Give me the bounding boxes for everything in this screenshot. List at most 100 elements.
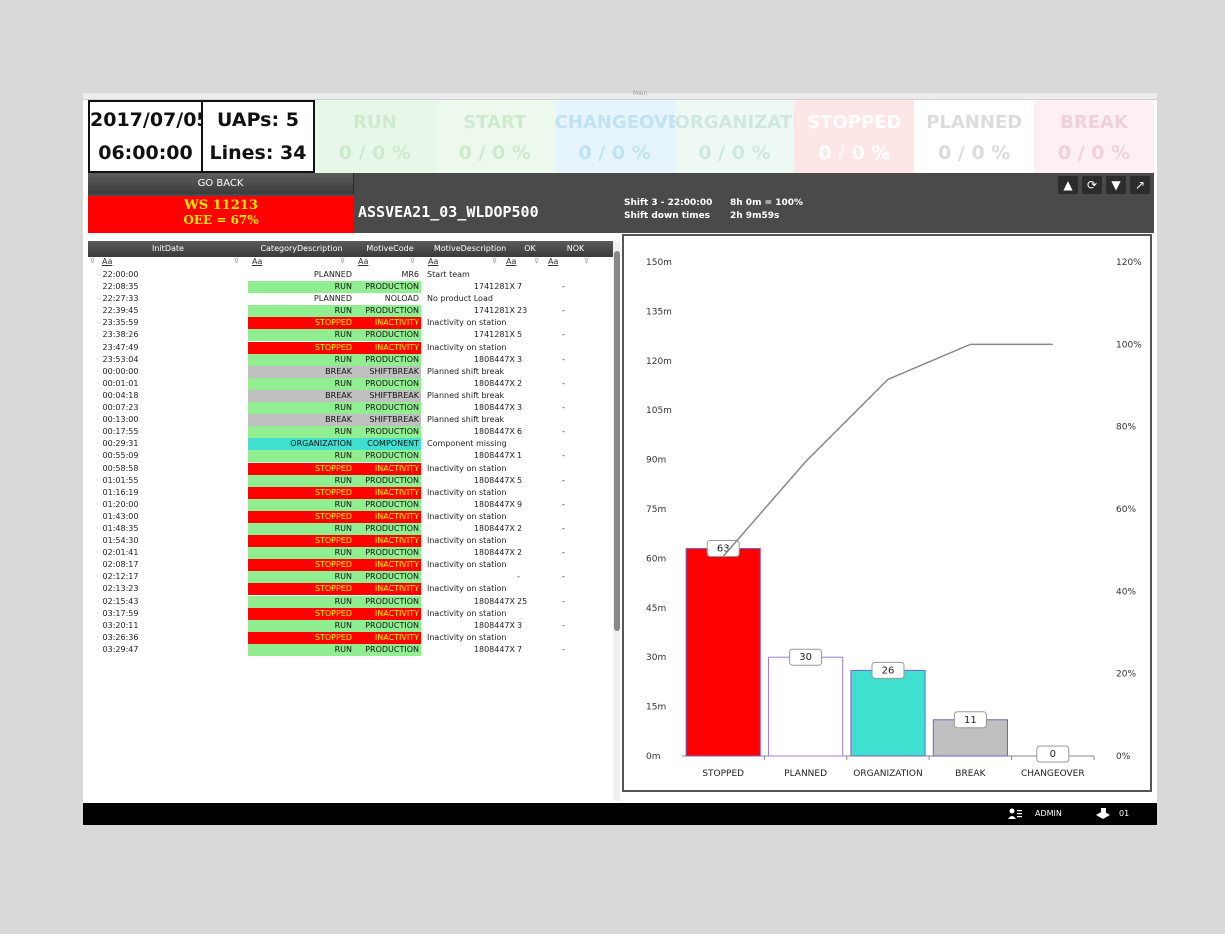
cell-category: STOPPED	[248, 631, 355, 644]
go-back-button[interactable]: GO BACK	[88, 173, 354, 194]
cell-motivecode: INACTIVITY	[355, 607, 421, 620]
cell-initdate: 00:00:00	[88, 366, 248, 378]
table-row[interactable]: 01:48:35RUNPRODUCTION 1808447X2 -	[88, 522, 614, 535]
cell-initdate: 01:48:35	[88, 523, 248, 535]
table-row[interactable]: 22:27:33 PLANNED NOLOAD No product Load	[88, 293, 614, 305]
table-row[interactable]: 23:35:59STOPPEDINACTIVITY Inactivity on s…	[88, 317, 614, 330]
filter-icon[interactable]: ⊽	[534, 257, 539, 265]
table-row[interactable]: 03:26:36STOPPEDINACTIVITY Inactivity on s…	[88, 631, 614, 644]
col-initdate[interactable]: InitDate	[88, 241, 248, 257]
filter-input-motivecode[interactable]: Aa	[358, 257, 368, 266]
y-tick-label: 105m	[646, 406, 672, 416]
refresh-icon[interactable]: ⟳	[1082, 176, 1102, 194]
cell-motivecode: PRODUCTION	[355, 450, 421, 463]
machine-name: ASSVEA21_03_WLDOP500	[358, 203, 539, 221]
table-row[interactable]: 23:38:26RUNPRODUCTION 1741281X5 -	[88, 329, 614, 342]
cell-motivecode: PRODUCTION	[355, 522, 421, 535]
y-tick-label: 0m	[646, 752, 661, 762]
cell-initdate: 01:01:55	[88, 475, 248, 487]
table-row[interactable]: 03:17:59STOPPEDINACTIVITY Inactivity on s…	[88, 607, 614, 620]
table-row[interactable]: 03:29:47RUNPRODUCTION 1808447X7 -	[88, 643, 614, 656]
cell-category: RUN	[248, 281, 355, 294]
cell-motivedescription: Inactivity on station	[427, 318, 507, 328]
cell-initdate: 01:54:30	[88, 535, 248, 547]
table-row[interactable]: 01:20:00RUNPRODUCTION 1808447X9 -	[88, 498, 614, 511]
filter-input-category[interactable]: Aa	[252, 257, 262, 266]
table-row[interactable]: 01:43:00STOPPEDINACTIVITY Inactivity on s…	[88, 510, 614, 523]
table-row[interactable]: 23:53:04RUNPRODUCTION 1808447X3 -	[88, 353, 614, 366]
workstation-icon[interactable]	[1095, 808, 1111, 820]
filter-icon[interactable]: ⊽	[90, 257, 95, 265]
cell-motivedescription: 1808447X	[473, 427, 515, 437]
table-row[interactable]: 03:20:11RUNPRODUCTION 1808447X3 -	[88, 619, 614, 632]
table-row[interactable]: 02:15:43RUNPRODUCTION 1808447X25 -	[88, 595, 614, 608]
filter-input-nok[interactable]: Aa	[548, 257, 558, 266]
lines-label: Lines: 34	[209, 142, 307, 164]
table-row[interactable]: 00:17:55RUNPRODUCTION 1808447X6 -	[88, 426, 614, 439]
col-nok[interactable]: NOK	[553, 241, 598, 257]
arrow-down-icon[interactable]: ▼	[1106, 176, 1126, 194]
filter-icon[interactable]: ⊽	[234, 257, 239, 265]
table-row[interactable]: 02:12:17RUNPRODUCTION - -	[88, 571, 614, 584]
cell-nok: -	[562, 354, 565, 364]
cell-category: BREAK	[248, 365, 355, 378]
filter-icon[interactable]: ⊽	[584, 257, 589, 265]
col-motivecode[interactable]: MotiveCode	[355, 241, 425, 257]
filter-input-initdate[interactable]: Aa	[102, 257, 112, 266]
cell-motivedescription: 1808447X	[473, 523, 515, 533]
export-icon[interactable]: ↗	[1130, 176, 1150, 194]
table-row[interactable]: 23:47:49STOPPEDINACTIVITY Inactivity on s…	[88, 341, 614, 354]
cell-category: STOPPED	[248, 462, 355, 475]
table-row[interactable]: 02:13:23STOPPEDINACTIVITY Inactivity on s…	[88, 583, 614, 596]
filter-icon[interactable]: ⊽	[492, 257, 497, 265]
table-row[interactable]: 00:29:31ORGANIZATIONCOMPONENT Component m…	[88, 438, 614, 451]
table-row[interactable]: 02:08:17STOPPEDINACTIVITY Inactivity on s…	[88, 559, 614, 572]
col-category[interactable]: CategoryDescription	[248, 241, 355, 257]
table-row[interactable]: 02:01:41RUNPRODUCTION 1808447X2 -	[88, 547, 614, 560]
table-header: InitDate CategoryDescription MotiveCode …	[88, 241, 620, 257]
cell-nok: -	[562, 548, 565, 558]
col-ok[interactable]: OK	[515, 241, 545, 257]
cell-motivedescription: 1808447X	[473, 644, 515, 654]
stat-title: START	[463, 112, 527, 133]
table-row[interactable]: 22:39:45RUNPRODUCTION 1741281X23 -	[88, 305, 614, 318]
stat-break: BREAK 0 / 0 %	[1034, 100, 1154, 173]
table-row[interactable]: 22:00:00 PLANNED MR6 Start team	[88, 269, 614, 281]
table-row[interactable]: 00:01:01RUNPRODUCTION 1808447X2 -	[88, 377, 614, 390]
cell-motivecode: PRODUCTION	[355, 281, 421, 294]
stat-value: 0 / 0 %	[1057, 142, 1131, 164]
cell-category: RUN	[248, 426, 355, 439]
table-row[interactable]: 22:08:35RUNPRODUCTION 1741281X7 -	[88, 281, 614, 294]
cell-motivedescription: 1808447X	[473, 475, 515, 485]
filter-icon[interactable]: ⊽	[340, 257, 345, 265]
cell-ok: 5	[517, 475, 523, 485]
user-list-icon[interactable]	[1008, 808, 1022, 820]
arrow-up-icon[interactable]: ▲	[1058, 176, 1078, 194]
table-row[interactable]: 01:54:30STOPPEDINACTIVITY Inactivity on s…	[88, 535, 614, 548]
table-scrollbar[interactable]	[613, 241, 620, 801]
table-row[interactable]: 00:00:00BREAKSHIFTBREAK Planned shift bre…	[88, 365, 614, 378]
table-row[interactable]: 00:58:58STOPPEDINACTIVITY Inactivity on s…	[88, 462, 614, 475]
table-row[interactable]: 00:13:00BREAKSHIFTBREAK Planned shift bre…	[88, 414, 614, 427]
table-row[interactable]: 00:55:09RUNPRODUCTION 1808447X1 -	[88, 450, 614, 463]
workstation-oee: OEE = 67%	[183, 213, 259, 227]
filter-input-motivedescription[interactable]: Aa	[428, 257, 438, 266]
cell-initdate: 01:16:19	[88, 487, 248, 499]
cell-motivedescription: 1808447X	[473, 620, 515, 630]
filter-input-ok[interactable]: Aa	[506, 257, 516, 266]
col-motivedescription[interactable]: MotiveDescription	[425, 241, 515, 257]
table-row[interactable]: 01:16:19STOPPEDINACTIVITY Inactivity on s…	[88, 486, 614, 499]
bar-planned	[768, 656, 844, 757]
cell-ok: 3	[517, 354, 523, 364]
filter-icon[interactable]: ⊽	[410, 257, 415, 265]
table-row[interactable]: 00:07:23RUNPRODUCTION 1808447X3 -	[88, 402, 614, 415]
cell-initdate: 00:58:58	[88, 463, 248, 475]
table-row[interactable]: 00:04:18BREAKSHIFTBREAK Planned shift bre…	[88, 389, 614, 402]
table-row[interactable]: 01:01:55RUNPRODUCTION 1808447X5 -	[88, 474, 614, 487]
cell-category: RUN	[248, 474, 355, 487]
cell-motivedescription: Inactivity on station	[427, 536, 507, 546]
scrollbar-thumb[interactable]	[614, 251, 620, 631]
cell-initdate: 00:55:09	[88, 450, 248, 462]
main-window: Main 2017/07/05 06:00:00 UAPs: 5 Lines: …	[83, 90, 1157, 825]
y-tick-label: 135m	[646, 307, 672, 317]
